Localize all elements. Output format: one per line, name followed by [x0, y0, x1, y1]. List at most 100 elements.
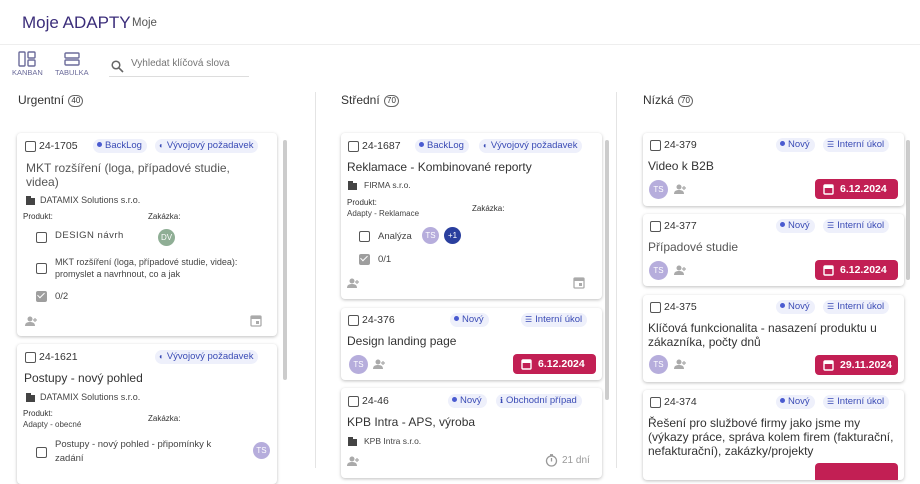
add-person-icon[interactable] [347, 456, 360, 467]
calendar-icon [823, 360, 834, 371]
subtask-checkbox[interactable] [359, 231, 370, 242]
card-checkbox[interactable] [650, 221, 661, 232]
card-checkbox[interactable] [25, 141, 36, 152]
subtask-title[interactable]: DESIGN návrh [55, 230, 124, 241]
due-date: 6.12.2024 [840, 183, 887, 195]
app-title[interactable]: Moje ADAPTY [22, 13, 131, 33]
avatar[interactable]: TS [649, 180, 668, 199]
task-id: 24-1621 [39, 351, 78, 363]
task-card[interactable]: 24-1687 BackLog ◐ Vývojový požadavek Rekl… [341, 133, 602, 299]
task-title[interactable]: Případové studie [648, 240, 738, 254]
task-title[interactable]: MKT rozšíření (loga, případové studie, v… [26, 161, 261, 189]
due-date-badge[interactable]: 6.12.2024 [815, 260, 898, 280]
building-icon [348, 181, 357, 190]
list-icon: ☰ [827, 302, 835, 311]
card-checkbox[interactable] [348, 141, 359, 152]
avatar[interactable]: TS [422, 227, 439, 244]
building-icon [348, 437, 357, 446]
tag-type[interactable]: ☰ Interní úkol [823, 300, 890, 314]
subtask-title[interactable]: Analýza [378, 231, 412, 242]
due-date-badge[interactable]: 29.11.2024 [815, 355, 898, 375]
card-checkbox[interactable] [348, 396, 359, 407]
search-input[interactable] [131, 58, 247, 69]
due-date-badge[interactable]: 6.12.2024 [815, 179, 898, 199]
task-card[interactable]: 24-377 Nový ☰ Interní úkol Případové stud… [643, 214, 904, 286]
tag-type[interactable]: ◐ Vývojový požadavek [155, 350, 259, 364]
toolbar: KANBAN TABULKA [0, 46, 920, 86]
task-card[interactable]: 24-1705 BackLog ◐ Vývojový požadavek MKT … [17, 133, 277, 336]
list-icon: ☰ [525, 315, 533, 324]
avatar[interactable]: TS [349, 355, 368, 374]
tag-label: Interní úkol [837, 220, 885, 231]
subtask-progress: 0/1 [378, 254, 392, 265]
tag-backlog[interactable]: BackLog [415, 139, 469, 153]
tag-label: Vývojový požadavek [166, 140, 254, 151]
more-assignees-badge[interactable]: +1 [444, 227, 461, 244]
card-checkbox[interactable] [650, 140, 661, 151]
task-title[interactable]: Reklamace - Kombinované reporty [347, 160, 532, 174]
tag-status[interactable]: Nový [776, 300, 815, 314]
task-title[interactable]: KPB Intra - APS, výroba [347, 415, 475, 429]
column-divider [616, 92, 617, 468]
task-title[interactable]: Řešení pro službové firmy jako jsme my (… [648, 416, 898, 458]
tag-type[interactable]: ◐ Vývojový požadavek [479, 139, 583, 153]
calendar-icon[interactable] [250, 314, 262, 327]
subtask-checkbox[interactable] [36, 447, 47, 458]
task-card[interactable]: 24-46 Nový ℹ Obchodní případ KPB Intra - … [341, 388, 602, 478]
column-header-low: Nízká 70 [643, 93, 693, 107]
add-person-icon[interactable] [674, 184, 687, 195]
tag-type[interactable]: ☰ Interní úkol [823, 138, 890, 152]
tag-type[interactable]: ☰ Interní úkol [823, 395, 890, 409]
tag-status[interactable]: Nový [450, 313, 489, 327]
avatar[interactable]: DV [158, 229, 175, 246]
tag-type[interactable]: ◐ Vývojový požadavek [155, 139, 259, 153]
task-title[interactable]: Video k B2B [648, 159, 714, 173]
avatar[interactable]: TS [253, 442, 270, 459]
calendar-icon[interactable] [573, 276, 585, 289]
task-title[interactable]: Klíčová funkcionalita - nasazení produkt… [648, 321, 893, 349]
column-scrollbar[interactable] [906, 140, 910, 280]
task-card[interactable]: 24-1621 ◐ Vývojový požadavek Postupy - no… [17, 344, 277, 484]
add-person-icon[interactable] [25, 316, 38, 327]
due-date-badge[interactable]: 6.12.2024 [513, 354, 596, 374]
tag-status[interactable]: Nový [776, 138, 815, 152]
tag-type[interactable]: ☰ Interní úkol [521, 313, 588, 327]
subtask-checkbox[interactable] [36, 263, 47, 274]
tag-status[interactable]: Nový [448, 394, 487, 408]
task-card[interactable]: 24-376 Nový ☰ Interní úkol Design landing… [341, 308, 602, 380]
task-title[interactable]: Design landing page [347, 334, 456, 348]
table-view-button[interactable]: TABULKA [55, 51, 89, 77]
add-person-icon[interactable] [347, 278, 360, 289]
tag-type[interactable]: ℹ Obchodní případ [496, 394, 582, 408]
tag-label: Nový [460, 395, 482, 406]
card-checkbox[interactable] [650, 397, 661, 408]
tag-status[interactable]: Nový [776, 219, 815, 233]
column-scrollbar[interactable] [605, 140, 609, 400]
column-scrollbar[interactable] [283, 140, 287, 380]
card-checkbox[interactable] [650, 302, 661, 313]
task-title[interactable]: Postupy - nový pohled [24, 371, 143, 385]
task-card[interactable]: 24-374 Nový ☰ Interní úkol Řešení pro slu… [643, 390, 904, 480]
add-person-icon[interactable] [373, 359, 386, 370]
kanban-view-button[interactable]: KANBAN [12, 51, 43, 77]
task-id: 24-376 [362, 314, 395, 326]
card-checkbox[interactable] [348, 315, 359, 326]
task-card[interactable]: 24-379 Nový ☰ Interní úkol Video k B2B TS… [643, 133, 904, 206]
avatar[interactable]: TS [649, 355, 668, 374]
subtask-checkbox[interactable] [36, 232, 47, 243]
tag-backlog[interactable]: BackLog [93, 139, 147, 153]
due-date-badge[interactable] [815, 463, 898, 480]
tag-label: BackLog [105, 140, 142, 151]
subtask-title[interactable]: MKT rozšíření (loga, případové studie, v… [55, 256, 245, 280]
tag-type[interactable]: ☰ Interní úkol [823, 219, 890, 233]
subtask-title[interactable]: Postupy - nový pohled - připomínky k zad… [55, 438, 235, 466]
company-name: KPB Intra s.r.o. [364, 436, 422, 446]
add-person-icon[interactable] [674, 265, 687, 276]
card-checkbox[interactable] [25, 352, 36, 363]
add-person-icon[interactable] [674, 359, 687, 370]
tag-label: BackLog [427, 140, 464, 151]
task-card[interactable]: 24-375 Nový ☰ Interní úkol Klíčová funkci… [643, 295, 904, 382]
tag-status[interactable]: Nový [776, 395, 815, 409]
avatar[interactable]: TS [649, 261, 668, 280]
list-icon: ☰ [827, 221, 835, 230]
